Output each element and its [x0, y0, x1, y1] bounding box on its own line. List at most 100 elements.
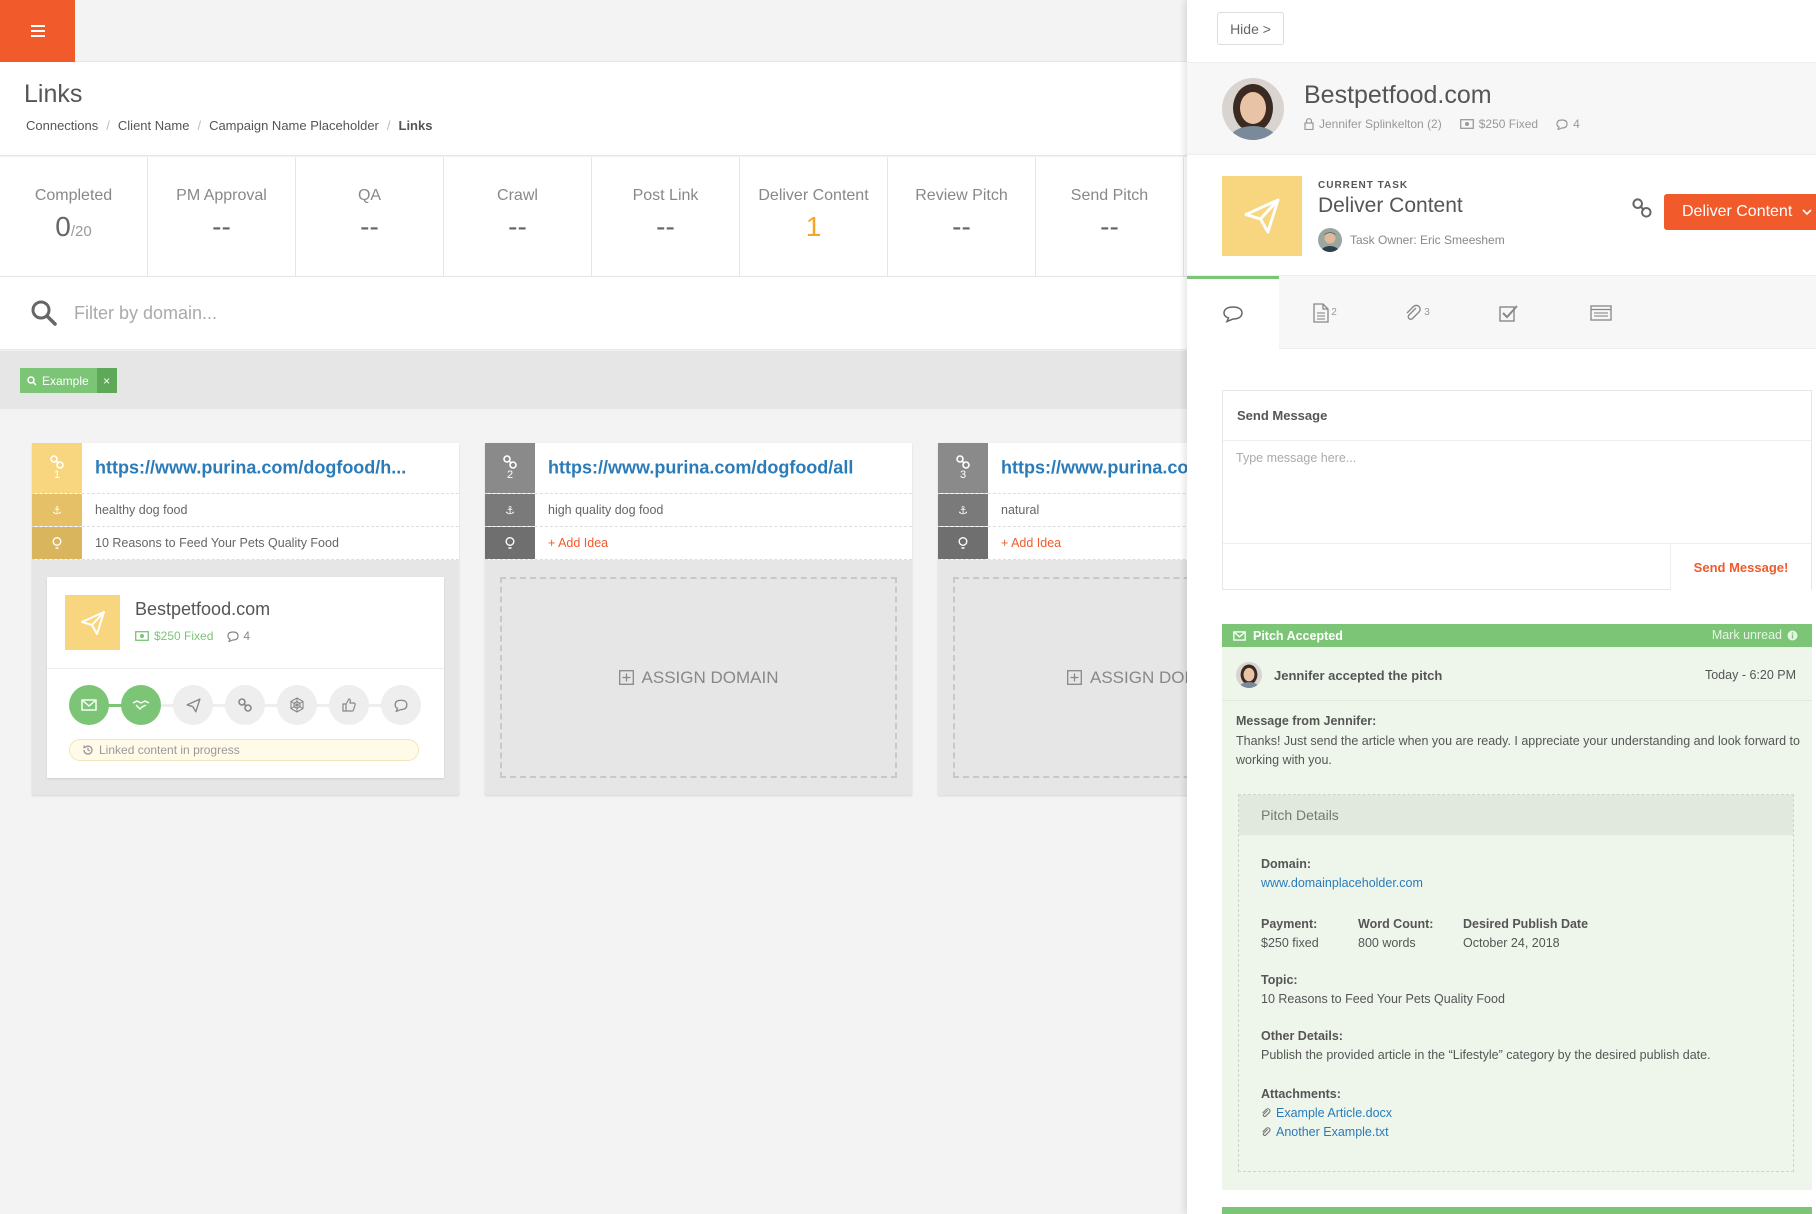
stat-value: --	[508, 211, 527, 242]
stat-label: QA	[357, 187, 382, 204]
pitch-domain-link[interactable]: www.domainplaceholder.com	[1261, 876, 1423, 890]
stat-completed[interactable]: Completed 0/20	[0, 157, 148, 276]
card-idea-text[interactable]: 10 Reasons to Feed Your Pets Quality Foo…	[95, 536, 339, 550]
card-anchor-text: healthy dog food	[95, 503, 188, 517]
step-comment[interactable]	[381, 685, 421, 725]
search-icon	[31, 300, 57, 326]
message-input[interactable]	[1236, 451, 1796, 521]
stat-send-pitch[interactable]: Send Pitch --	[1036, 157, 1184, 276]
breadcrumb-client[interactable]: Client Name	[118, 118, 190, 133]
payment-label: Payment:	[1261, 917, 1318, 931]
avatar	[1236, 662, 1262, 688]
comments[interactable]: 4	[1556, 117, 1580, 131]
card-url-link[interactable]: https://www.purina.com/dogfood/all	[548, 458, 853, 479]
hide-panel-button[interactable]: Hide >	[1217, 12, 1284, 45]
assign-domain-button[interactable]: ASSIGN DOMAIN	[500, 577, 897, 778]
panel-domain-title: Bestpetfood.com	[1304, 81, 1492, 109]
stat-value: --	[952, 211, 971, 242]
checkbox-icon	[1499, 304, 1518, 322]
stat-qa[interactable]: QA --	[296, 157, 444, 276]
step-send[interactable]	[173, 685, 213, 725]
step-crawl[interactable]	[277, 685, 317, 725]
stat-label: Send Pitch	[1070, 187, 1149, 204]
paperclip-icon	[1262, 1108, 1271, 1118]
send-message-button[interactable]: Send Message!	[1671, 544, 1811, 590]
breadcrumb-separator: /	[106, 118, 110, 133]
notice-time: Today - 6:20 PM	[1704, 668, 1796, 682]
document-icon	[1313, 302, 1329, 323]
tab-details[interactable]	[1555, 276, 1647, 349]
attachment-link[interactable]: Another Example.txt	[1261, 1125, 1389, 1139]
deliver-content-label: Deliver Content	[1682, 203, 1793, 220]
task-label: CURRENT TASK	[1318, 180, 1409, 191]
add-idea-link[interactable]: + Add Idea	[1001, 536, 1061, 550]
stats-bar: Completed 0/20 PM Approval -- QA -- Crawl --…	[0, 157, 1190, 277]
add-idea-link[interactable]: + Add Idea	[548, 536, 608, 550]
assign-domain-label: ASSIGN DOM	[1090, 667, 1199, 687]
step-link[interactable]	[225, 685, 265, 725]
send-message-form: Send Message Send Message!	[1222, 390, 1812, 591]
step-email[interactable]	[69, 685, 109, 725]
contact[interactable]: Jennifer Splinkelton (2)	[1304, 117, 1442, 131]
price: $250 Fixed	[1459, 117, 1538, 131]
stat-label: Deliver Content	[758, 187, 869, 204]
panel-tabs: 2 3	[1187, 276, 1816, 349]
link-icon	[956, 455, 970, 469]
assigned-domain-card[interactable]: Bestpetfood.com $250 Fixed 4 Linked cont…	[47, 577, 444, 778]
stat-pm-approval[interactable]: PM Approval --	[148, 157, 296, 276]
stat-deliver-content[interactable]: Deliver Content 1	[740, 157, 888, 276]
breadcrumb-connections[interactable]: Connections	[26, 118, 98, 133]
money-icon	[135, 631, 149, 641]
paper-plane-icon	[185, 697, 201, 713]
stat-label: Review Pitch	[915, 187, 1008, 204]
tab-count: 2	[1331, 307, 1337, 318]
stat-review-pitch[interactable]: Review Pitch --	[888, 157, 1036, 276]
step-handshake[interactable]	[121, 685, 161, 725]
breadcrumb-current: Links	[398, 118, 433, 133]
tab-count: 3	[1424, 307, 1430, 318]
stat-value: --	[656, 211, 675, 242]
current-task: CURRENT TASK Deliver Content Task Owner:…	[1187, 156, 1816, 276]
search-input[interactable]	[74, 297, 674, 329]
topic-value: 10 Reasons to Feed Your Pets Quality Foo…	[1261, 992, 1505, 1006]
mark-unread-button[interactable]: Mark unread	[1712, 628, 1798, 642]
filter-tag-remove-button[interactable]: ×	[96, 368, 117, 393]
money-icon	[1459, 119, 1474, 129]
card-number: 3	[938, 443, 988, 493]
lightbulb-icon	[32, 527, 82, 559]
breadcrumb-campaign[interactable]: Campaign Name Placeholder	[209, 118, 379, 133]
card-number-text: 1	[53, 469, 61, 481]
workflow-steps	[69, 685, 421, 725]
word-count-value: 800 words	[1358, 936, 1416, 950]
pitch-details-title: Pitch Details	[1239, 795, 1793, 835]
menu-button[interactable]	[0, 0, 75, 62]
card-url-link[interactable]: https://www.purina.com/dogfood/h...	[95, 458, 406, 479]
tab-checklist[interactable]	[1463, 276, 1555, 349]
filter-bar: Example ×	[0, 351, 1190, 409]
stat-crawl[interactable]: Crawl --	[444, 157, 592, 276]
tab-documents[interactable]: 2	[1279, 276, 1371, 349]
stat-value: --	[1100, 211, 1119, 242]
card-number: 2	[485, 443, 535, 493]
stat-post-link[interactable]: Post Link --	[592, 157, 740, 276]
list-icon	[1590, 304, 1612, 321]
link-icon	[50, 455, 64, 469]
tab-messages[interactable]	[1187, 276, 1279, 349]
search-icon	[27, 375, 37, 386]
card-url-row: 1 https://www.purina.com/dogfood/h...	[32, 443, 459, 494]
link-card: 2 https://www.purina.com/dogfood/all ⚓ h…	[485, 443, 912, 795]
tab-attachments[interactable]: 3	[1371, 276, 1463, 349]
card-url-link[interactable]: https://www.purina.co	[1001, 458, 1188, 479]
card-number-text: 3	[959, 469, 967, 481]
other-details-value: Publish the provided article in the “Lif…	[1261, 1048, 1711, 1062]
filter-tag-label[interactable]: Example	[20, 368, 97, 393]
link-icon[interactable]	[1632, 198, 1652, 221]
task-name: Deliver Content	[1318, 194, 1463, 217]
card-idea-row: 10 Reasons to Feed Your Pets Quality Foo…	[32, 527, 459, 560]
link-card: 1 https://www.purina.com/dogfood/h... ⚓ …	[32, 443, 459, 795]
assign-domain-label: ASSIGN DOMAIN	[641, 667, 779, 687]
step-approve[interactable]	[329, 685, 369, 725]
deliver-content-button[interactable]: Deliver Content	[1664, 194, 1816, 230]
envelope-icon	[1233, 630, 1246, 641]
attachment-link[interactable]: Example Article.docx	[1261, 1106, 1392, 1120]
